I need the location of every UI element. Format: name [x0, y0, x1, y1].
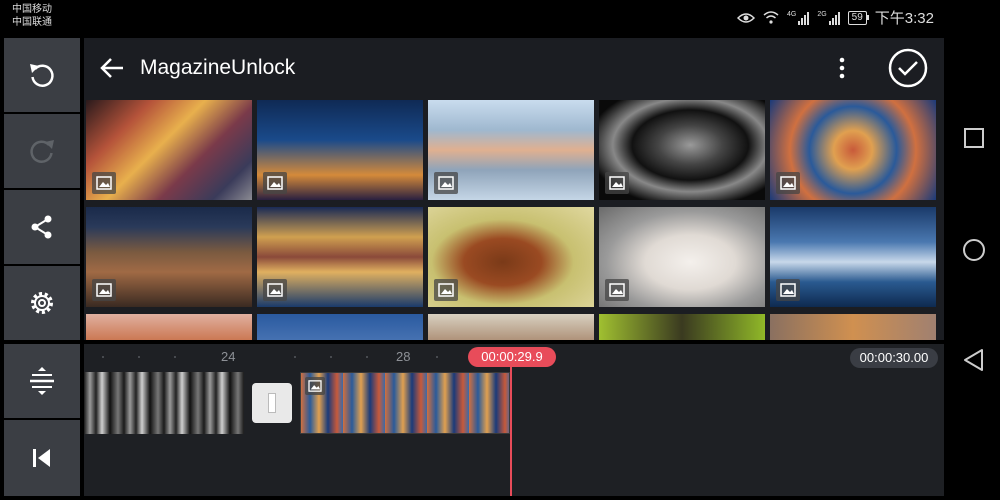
eye-comfort-icon	[736, 12, 755, 23]
status-bar: 中国移动 中国联通 4G 2G 59 下午3:32	[0, 0, 948, 34]
kinemaster-editor: 中国移动 中国联通 4G 2G 59 下午3:32 MagazineUnlock…	[0, 0, 1000, 500]
redo-icon	[30, 140, 54, 163]
settings-icon	[31, 292, 53, 314]
more-options-button[interactable]	[832, 54, 852, 82]
undo-icon	[30, 64, 54, 87]
skip-to-start-button[interactable]	[4, 420, 80, 496]
grid-item-tiger[interactable]	[770, 314, 936, 340]
grid-item-city-skyline-night[interactable]	[257, 100, 423, 200]
signal-2-label: 2G	[817, 10, 827, 18]
image-type-icon	[263, 279, 287, 301]
skip-to-start-icon	[33, 449, 50, 467]
recent-apps-button[interactable]	[960, 124, 988, 152]
square-icon	[964, 128, 984, 148]
image-type-icon	[776, 279, 800, 301]
image-type-icon	[776, 172, 800, 194]
home-button[interactable]	[960, 236, 988, 264]
image-type-icon	[434, 279, 458, 301]
triangle-back-icon	[964, 349, 983, 371]
grid-item-brown-horse[interactable]	[428, 207, 594, 307]
signal-1-label: 4G	[786, 10, 797, 18]
ruler-label: 24	[221, 349, 236, 364]
media-grid	[86, 100, 944, 340]
grid-item-rocky-mountain-stars[interactable]	[86, 207, 252, 307]
timeline-clip-metal-ring[interactable]	[84, 372, 244, 434]
share-icon	[31, 215, 52, 239]
grid-item-bird-on-green[interactable]	[599, 314, 765, 340]
image-type-icon	[263, 172, 287, 194]
wifi-icon	[763, 11, 779, 24]
share-button[interactable]	[4, 190, 80, 264]
signal-2-icon: 2G	[817, 10, 840, 25]
redo-button[interactable]	[4, 114, 80, 188]
grid-item-waterfront-buildings-night[interactable]	[257, 207, 423, 307]
image-type-icon	[605, 172, 629, 194]
clock: 下午3:32	[874, 10, 934, 27]
status-icons: 4G 2G 59 下午3:32	[736, 7, 934, 28]
ruler-label: 28	[396, 349, 411, 364]
confirm-button[interactable]	[888, 48, 928, 88]
media-browser-header: MagazineUnlock	[84, 38, 944, 98]
image-type-icon	[434, 172, 458, 194]
carrier-info: 中国移动 中国联通	[12, 3, 52, 29]
signal-1-icon: 4G	[786, 10, 810, 25]
more-vertical-icon	[839, 57, 845, 79]
track-split-icon	[30, 367, 54, 395]
battery-icon: 59	[847, 10, 869, 25]
transition-icon	[268, 393, 276, 413]
timeline-clip-aerial-town[interactable]	[300, 372, 510, 434]
folder-title: MagazineUnlock	[140, 56, 296, 79]
carrier-1: 中国移动	[12, 4, 52, 15]
transition-button[interactable]	[252, 383, 292, 423]
track-split-button[interactable]	[4, 344, 80, 418]
arrow-left-icon	[100, 58, 123, 78]
timeline[interactable]: 24 28 00:00:29.9 00:00:30.00	[84, 344, 944, 496]
back-button[interactable]	[98, 54, 126, 82]
grid-item-sunset-peak[interactable]	[86, 314, 252, 340]
playhead-time: 00:00:29.9	[468, 347, 556, 367]
grid-item-snowy-mountains-blue[interactable]	[770, 207, 936, 307]
circle-icon	[963, 239, 985, 261]
image-type-icon	[92, 172, 116, 194]
grid-item-metal-ring-sculpture[interactable]	[599, 100, 765, 200]
settings-button[interactable]	[4, 266, 80, 340]
playhead[interactable]	[510, 367, 512, 496]
image-type-icon	[605, 279, 629, 301]
grid-item-white-cat[interactable]	[599, 207, 765, 307]
grid-item-colorful-town-night[interactable]	[86, 100, 252, 200]
image-type-icon	[305, 377, 325, 395]
carrier-2: 中国联通	[12, 17, 52, 28]
system-nav-bar	[948, 0, 1000, 500]
grid-item-aerial-town-blue[interactable]	[770, 100, 936, 200]
grid-item-city-reflection[interactable]	[428, 100, 594, 200]
back-nav-button[interactable]	[960, 346, 988, 374]
project-end-time: 00:00:30.00	[850, 348, 938, 368]
left-tool-panel	[4, 38, 80, 496]
checkmark-circle-icon	[888, 48, 928, 88]
undo-button[interactable]	[4, 38, 80, 112]
grid-item-blue-sky-landscape[interactable]	[257, 314, 423, 340]
image-type-icon	[92, 279, 116, 301]
grid-item-horse-close-up[interactable]	[428, 314, 594, 340]
media-browser: MagazineUnlock	[84, 38, 944, 340]
